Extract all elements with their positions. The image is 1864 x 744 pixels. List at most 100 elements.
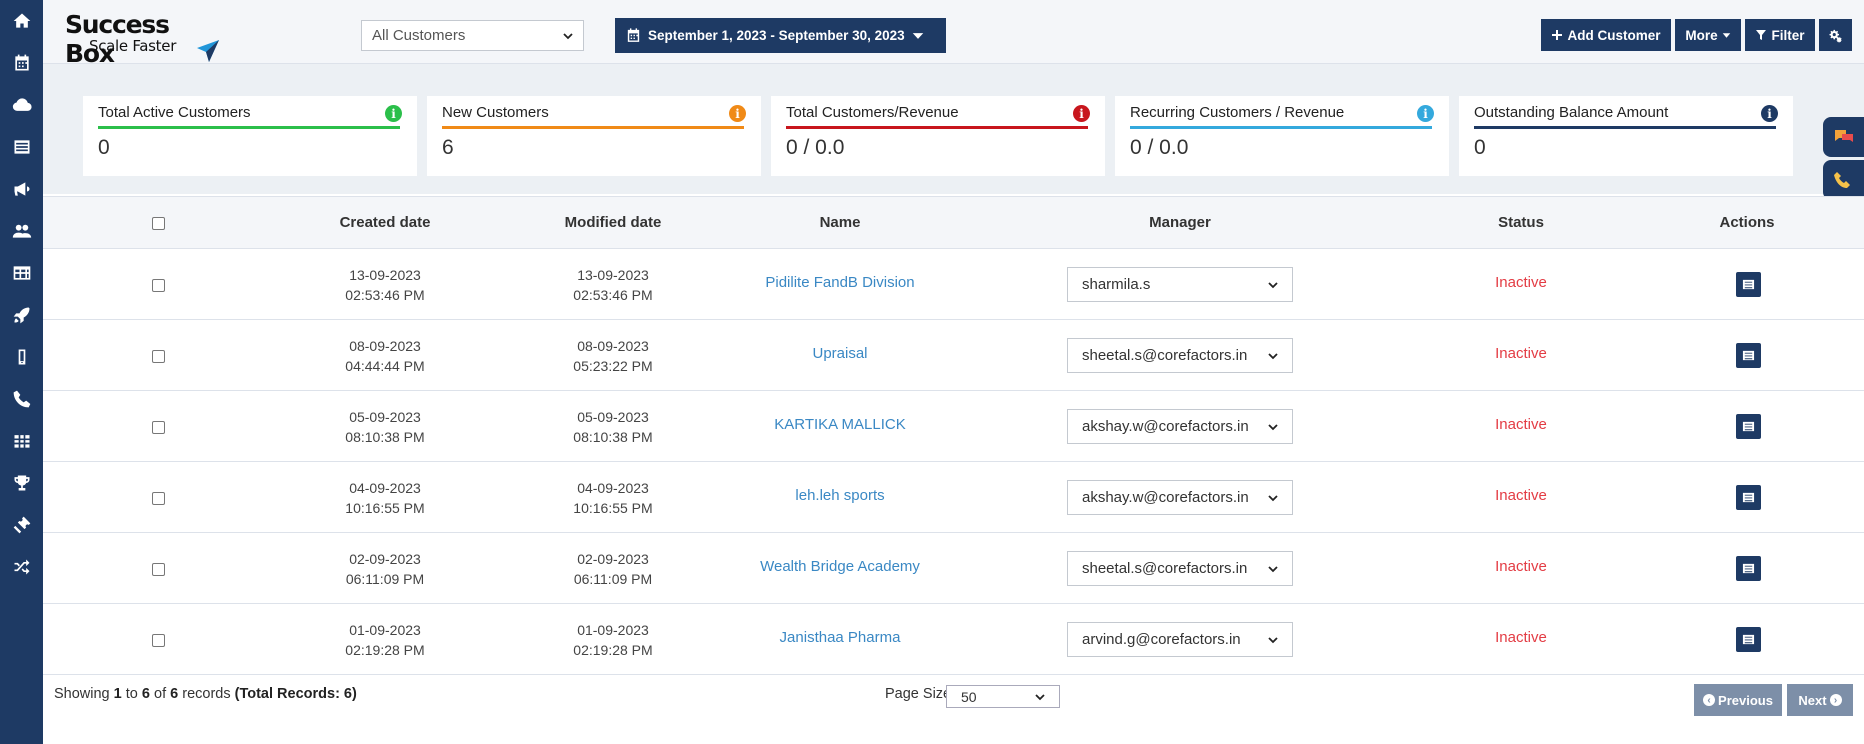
more-button[interactable]: More <box>1675 19 1741 51</box>
shuffle-icon[interactable] <box>0 547 43 587</box>
to-word: to <box>125 686 138 702</box>
chevron-left-icon: ‹ <box>1703 694 1716 706</box>
header-name[interactable]: Name <box>760 214 920 231</box>
manager-select[interactable]: sheetal.s@corefactors.in <box>1067 551 1293 586</box>
brand-logo[interactable]: Success Box Scale Faster <box>65 10 219 68</box>
list-icon[interactable] <box>0 127 43 167</box>
page-size-value: 50 <box>961 688 977 705</box>
stats-panel: Total Active Customers i 0 New Customers… <box>43 64 1864 194</box>
chevron-down-icon <box>1268 636 1278 643</box>
filter-label: Filter <box>1771 27 1805 43</box>
users-icon[interactable] <box>0 211 43 251</box>
info-icon[interactable]: i <box>1761 105 1778 122</box>
customer-name-link[interactable]: Wealth Bridge Academy <box>710 558 970 575</box>
stat-card-new-customers: New Customers i 6 <box>427 96 761 176</box>
stat-title: New Customers <box>442 104 549 121</box>
table-icon[interactable] <box>0 253 43 293</box>
date-range-button[interactable]: September 1, 2023 - September 30, 2023 <box>615 18 946 53</box>
table-row: 08-09-2023 04:44:44 PM 08-09-2023 05:23:22… <box>43 320 1864 391</box>
row-checkbox[interactable] <box>152 634 165 647</box>
manager-select[interactable]: akshay.w@corefactors.in <box>1067 409 1293 444</box>
modified-date-cell: 01-09-2023 02:19:28 PM <box>533 620 693 660</box>
header-actions: Actions <box>1719 214 1775 231</box>
manager-value: sheetal.s@corefactors.in <box>1082 560 1248 577</box>
manager-select[interactable]: akshay.w@corefactors.in <box>1067 480 1293 515</box>
modified-date: 05-09-2023 <box>577 409 649 425</box>
row-action-button[interactable] <box>1736 627 1761 652</box>
cloud-icon[interactable] <box>0 85 43 125</box>
stat-title: Total Active Customers <box>98 104 251 121</box>
calendar-icon[interactable] <box>0 43 43 83</box>
range-from: 1 <box>113 686 122 702</box>
record-count: 6 <box>170 686 179 702</box>
row-checkbox[interactable] <box>152 350 165 363</box>
page-size-select[interactable]: 50 <box>946 685 1060 708</box>
customer-name-link[interactable]: Janisthaa Pharma <box>710 629 970 646</box>
created-date-cell: 08-09-2023 04:44:44 PM <box>305 336 465 376</box>
manager-select[interactable]: sharmila.s <box>1067 267 1293 302</box>
mobile-icon[interactable] <box>0 337 43 377</box>
stat-underline <box>442 126 744 129</box>
manager-select[interactable]: arvind.g@corefactors.in <box>1067 622 1293 657</box>
chat-bubbles-icon <box>1834 130 1853 142</box>
row-action-button[interactable] <box>1736 343 1761 368</box>
add-customer-button[interactable]: Add Customer <box>1541 19 1671 51</box>
modified-date: 01-09-2023 <box>577 622 649 638</box>
grid-icon[interactable] <box>0 421 43 461</box>
add-customer-label: Add Customer <box>1567 27 1661 43</box>
table-row: 05-09-2023 08:10:38 PM 05-09-2023 08:10:38… <box>43 391 1864 462</box>
modified-time: 08:10:38 PM <box>573 429 653 445</box>
range-to: 6 <box>141 686 150 702</box>
row-checkbox[interactable] <box>152 563 165 576</box>
modified-date: 02-09-2023 <box>577 551 649 567</box>
chevron-down-icon <box>563 32 573 39</box>
row-action-button[interactable] <box>1736 485 1761 510</box>
page-size-label: Page Size <box>885 686 952 702</box>
row-action-button[interactable] <box>1736 272 1761 297</box>
created-date-cell: 05-09-2023 08:10:38 PM <box>305 407 465 447</box>
customer-filter-select[interactable]: All Customers <box>361 20 584 51</box>
home-icon[interactable] <box>0 1 43 41</box>
header-created-date[interactable]: Created date <box>305 214 465 231</box>
stat-value: 0 / 0.0 <box>786 136 845 159</box>
info-icon[interactable]: i <box>385 105 402 122</box>
header-modified-date[interactable]: Modified date <box>533 214 693 231</box>
info-icon[interactable]: i <box>1073 105 1090 122</box>
left-sidebar <box>0 0 43 744</box>
stat-underline <box>786 126 1088 129</box>
customer-name-link[interactable]: Pidilite FandB Division <box>710 274 970 291</box>
stat-card-total-revenue: Total Customers/Revenue i 0 / 0.0 <box>771 96 1105 176</box>
trophy-icon[interactable] <box>0 463 43 503</box>
call-widget-button[interactable] <box>1823 160 1864 200</box>
row-checkbox[interactable] <box>152 279 165 292</box>
ticket-icon[interactable] <box>0 505 43 545</box>
modified-date-cell: 02-09-2023 06:11:09 PM <box>533 549 693 589</box>
settings-button[interactable] <box>1819 19 1852 51</box>
info-icon[interactable]: i <box>729 105 746 122</box>
filter-button[interactable]: Filter <box>1745 19 1815 51</box>
phone-icon[interactable] <box>0 379 43 419</box>
customer-name-link[interactable]: leh.leh sports <box>710 487 970 504</box>
row-checkbox[interactable] <box>152 492 165 505</box>
customer-name-link[interactable]: KARTIKA MALLICK <box>710 416 970 433</box>
select-all-checkbox[interactable] <box>152 217 165 230</box>
customer-name-link[interactable]: Upraisal <box>710 345 970 362</box>
list-icon <box>1742 634 1755 645</box>
header-status[interactable]: Status <box>1441 214 1601 231</box>
megaphone-icon[interactable] <box>0 169 43 209</box>
row-action-button[interactable] <box>1736 414 1761 439</box>
chat-widget-button[interactable] <box>1823 117 1864 157</box>
previous-page-button[interactable]: ‹ Previous <box>1694 684 1782 716</box>
manager-value: sharmila.s <box>1082 276 1151 293</box>
rocket-icon[interactable] <box>0 295 43 335</box>
row-action-button[interactable] <box>1736 556 1761 581</box>
stat-underline <box>98 126 400 129</box>
modified-date-cell: 04-09-2023 10:16:55 PM <box>533 478 693 518</box>
row-checkbox[interactable] <box>152 421 165 434</box>
brand-tagline: Scale Faster <box>89 37 177 55</box>
modified-time: 02:19:28 PM <box>573 642 653 658</box>
next-page-button[interactable]: Next › <box>1787 684 1853 716</box>
manager-select[interactable]: sheetal.s@corefactors.in <box>1067 338 1293 373</box>
header-manager[interactable]: Manager <box>1100 214 1260 231</box>
info-icon[interactable]: i <box>1417 105 1434 122</box>
